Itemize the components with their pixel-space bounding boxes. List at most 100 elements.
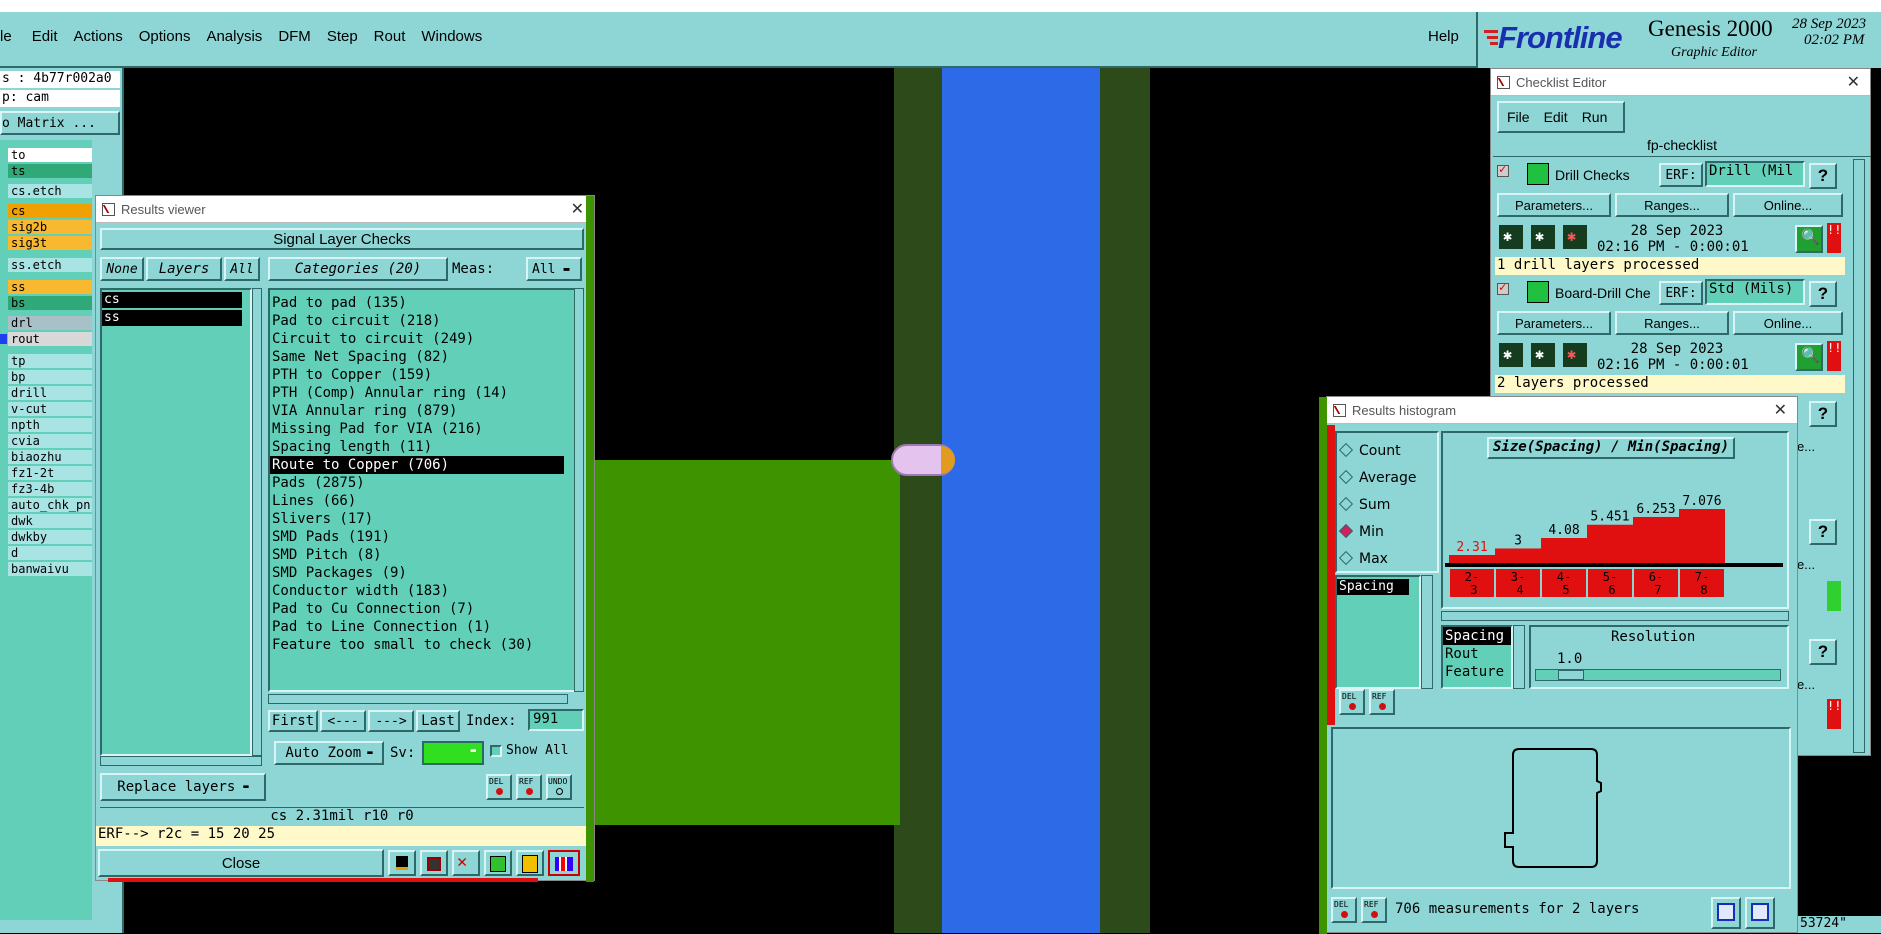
menu-run[interactable]: Run — [1582, 109, 1608, 125]
histogram-bar[interactable] — [1541, 538, 1587, 563]
layer-auto-chk-pn[interactable]: auto_chk_pn. — [8, 498, 92, 512]
layer-rout[interactable]: rout — [8, 332, 92, 346]
layer-bp[interactable]: bp — [8, 370, 92, 384]
online-button[interactable]: Online... — [1733, 193, 1843, 217]
menu-edit[interactable]: Edit — [1544, 109, 1568, 125]
category-item[interactable]: Pad to circuit (218) — [270, 312, 576, 330]
histogram-list-item[interactable]: Spacing — [1337, 579, 1409, 595]
close-button[interactable]: Close — [98, 849, 384, 877]
help-button[interactable]: ? — [1809, 639, 1837, 665]
categories-list[interactable]: Pad to pad (135) Pad to circuit (218) Ci… — [268, 288, 578, 692]
layer-drill[interactable]: drill — [8, 386, 92, 400]
parameters-button[interactable]: Parameters... — [1497, 193, 1611, 217]
menu-windows[interactable]: Windows — [421, 28, 482, 45]
slider-thumb[interactable] — [1558, 670, 1584, 680]
erf-input[interactable]: Std (Mils) — [1705, 279, 1805, 305]
layer-npth[interactable]: npth — [8, 418, 92, 432]
layer-cvia[interactable]: cvia — [8, 434, 92, 448]
matrix-button[interactable]: o Matrix ... — [0, 111, 120, 135]
partial-button[interactable]: e... — [1797, 677, 1815, 692]
report-icon[interactable] — [1711, 897, 1741, 929]
layer-ss[interactable]: ss — [8, 280, 92, 294]
category-item[interactable]: PTH (Comp) Annular ring (14) — [270, 384, 576, 402]
replace-layers-dropdown[interactable]: Replace layers ▬ — [100, 773, 266, 801]
del-button[interactable]: DEL — [486, 774, 512, 800]
erf-button[interactable]: ERF: — [1659, 163, 1703, 187]
layer-fz1-2t[interactable]: fz1-2t — [8, 466, 92, 480]
checklist-scrollbar[interactable] — [1853, 159, 1865, 753]
zoom-icon[interactable]: 🔍 — [1795, 225, 1823, 253]
help-button[interactable]: ? — [1809, 163, 1837, 189]
ref-button[interactable]: REF — [1361, 897, 1387, 923]
ref-button[interactable]: REF — [516, 774, 542, 800]
category-item[interactable]: Pad to pad (135) — [270, 294, 576, 312]
ref-button[interactable]: REF — [1369, 689, 1395, 715]
undo-button[interactable]: UNDO — [546, 774, 572, 800]
category-item[interactable]: PTH to Copper (159) — [270, 366, 576, 384]
category-item[interactable]: Spacing length (11) — [270, 438, 576, 456]
layer-dwk[interactable]: dwk — [8, 514, 92, 528]
category-item-selected[interactable]: Route to Copper (706) — [270, 456, 564, 474]
measure-list-scrollbar[interactable] — [1513, 625, 1525, 689]
layer-ss-etch[interactable]: ss.etch — [8, 258, 92, 272]
layer-to[interactable]: to — [8, 148, 92, 162]
layer-banwaivu[interactable]: banwaivu — [8, 562, 92, 576]
run-icon[interactable]: ✱ — [1497, 223, 1525, 251]
measure-item[interactable]: Feature — [1443, 663, 1511, 681]
menu-file[interactable]: File — [1507, 109, 1530, 125]
menu-rout[interactable]: Rout — [374, 28, 406, 45]
graph-tool-icon[interactable] — [388, 850, 416, 876]
layer-list-hscrollbar[interactable] — [100, 756, 262, 766]
check-enabled-checkbox[interactable]: ✓ — [1497, 280, 1509, 295]
category-item[interactable]: VIA Annular ring (879) — [270, 402, 576, 420]
layer-v-cut[interactable]: v-cut — [8, 402, 92, 416]
menu-dfm[interactable]: DFM — [278, 28, 311, 45]
layer-ts[interactable]: ts — [8, 164, 92, 178]
del-button[interactable]: DEL — [1331, 897, 1357, 923]
auto-zoom-dropdown[interactable]: Auto Zoom ▬ — [274, 741, 384, 765]
ranges-button[interactable]: Ranges... — [1615, 311, 1729, 335]
menu-analysis[interactable]: Analysis — [206, 28, 262, 45]
prev-button[interactable]: <--- — [320, 710, 366, 732]
run-all-icon[interactable]: ✱ — [1529, 223, 1557, 251]
layer-tp[interactable]: tp — [8, 354, 92, 368]
export-icon[interactable] — [1745, 897, 1775, 929]
option-count[interactable]: Count — [1338, 442, 1401, 459]
partial-button[interactable]: e... — [1797, 439, 1815, 454]
online-button[interactable]: Online... — [1733, 311, 1843, 335]
category-item[interactable]: SMD Packages (9) — [270, 564, 576, 582]
category-item[interactable]: Pad to Cu Connection (7) — [270, 600, 576, 618]
list-tool-icon[interactable] — [516, 850, 544, 876]
category-item[interactable]: Circuit to circuit (249) — [270, 330, 576, 348]
layer-dwkby[interactable]: dwkby — [8, 530, 92, 544]
stop-icon[interactable]: ✱ — [1561, 341, 1589, 369]
layer-result-list[interactable]: cs ss — [100, 288, 252, 756]
histogram-hscrollbar[interactable] — [1441, 611, 1789, 621]
layer-sig2b[interactable]: sig2b — [8, 220, 92, 234]
menu-edit[interactable]: Edit — [32, 28, 58, 45]
histogram-tool-icon[interactable] — [548, 850, 580, 876]
layer-fz3-4b[interactable]: fz3-4b — [8, 482, 92, 496]
category-item[interactable]: Conductor width (183) — [270, 582, 576, 600]
category-item[interactable]: Pad to Line Connection (1) — [270, 618, 576, 636]
first-button[interactable]: First — [268, 710, 318, 732]
histogram-list-scrollbar[interactable] — [1421, 575, 1433, 689]
option-sum[interactable]: Sum — [1338, 496, 1390, 513]
close-icon[interactable]: ✕ — [1774, 400, 1787, 419]
category-item[interactable]: Missing Pad for VIA (216) — [270, 420, 576, 438]
category-item[interactable]: Pads (2875) — [270, 474, 576, 492]
layer-cs[interactable]: cs — [8, 204, 92, 218]
layer-bs[interactable]: bs — [8, 296, 92, 310]
category-item[interactable]: SMD Pitch (8) — [270, 546, 576, 564]
category-item[interactable]: SMD Pads (191) — [270, 528, 576, 546]
check-enabled-checkbox[interactable]: ✓ — [1497, 162, 1509, 177]
stop-icon[interactable]: ✱ — [1561, 223, 1589, 251]
measure-item[interactable]: Rout — [1443, 645, 1511, 663]
layer-drl[interactable]: drl — [8, 316, 92, 330]
menu-file[interactable]: le — [0, 28, 12, 45]
category-item[interactable]: Feature too small to check (30) — [270, 636, 576, 654]
erf-input[interactable]: Drill (Mil — [1705, 161, 1805, 187]
all-button[interactable]: All — [224, 257, 260, 281]
categories-scrollbar[interactable] — [574, 288, 584, 692]
layer-cs-etch[interactable]: cs.etch — [8, 184, 92, 198]
